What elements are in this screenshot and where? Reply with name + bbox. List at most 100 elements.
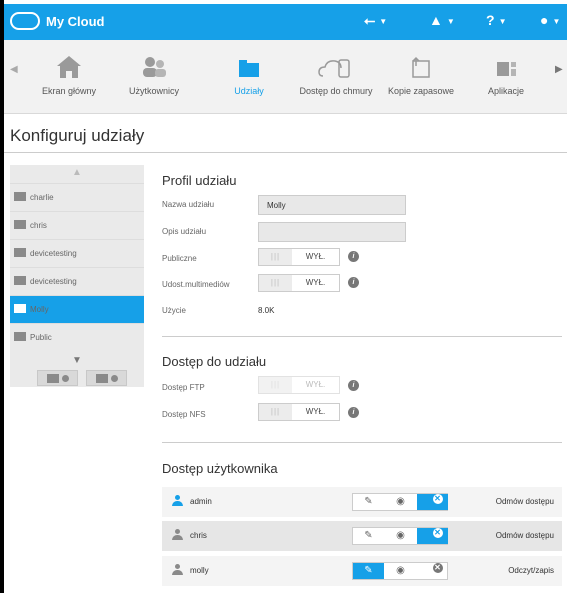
nav-item-label: Ekran główny (41, 86, 97, 96)
add-icon (62, 375, 69, 382)
user-access-row: molly ✎ ◉ ✕ Odczyt/zapis (162, 556, 562, 586)
toggle-handle: ||| (259, 377, 292, 393)
folder-icon (14, 220, 26, 229)
user-icon[interactable]: ● ▼ (540, 12, 560, 28)
section-title-share-access: Dostęp do udziału (162, 354, 267, 369)
nav-item-users[interactable]: Użytkownicy (109, 52, 199, 96)
permission-selector: ✎ ◉ ✕ (352, 527, 448, 545)
divider (4, 152, 567, 153)
toggle-handle: ||| (259, 404, 292, 420)
nav-item-label: Aplikacje (487, 86, 525, 96)
read-only-button[interactable]: ◉ (385, 528, 416, 544)
user-access-row: admin ✎ ◉ ✕ Odmów dostępu (162, 487, 562, 517)
nav-right-arrow-icon[interactable]: ▶ (555, 64, 563, 75)
divider (162, 336, 562, 337)
nav-item-cloud-access[interactable]: Dostęp do chmury (291, 52, 381, 96)
share-list: ▲ charlie chris devicetesting devicetest… (10, 165, 144, 387)
toggle-handle: ||| (259, 249, 292, 265)
info-icon[interactable]: i (348, 407, 359, 418)
user-name: chris (190, 531, 207, 540)
scroll-down-icon[interactable]: ▼ (10, 355, 144, 366)
remove-icon (111, 375, 118, 382)
help-icon[interactable]: ? ▼ (486, 12, 506, 28)
user-name: molly (190, 566, 209, 575)
deny-access-button[interactable]: ✕ (417, 494, 448, 510)
nav-item-home[interactable]: Ekran główny (24, 52, 114, 96)
app-title: My Cloud (46, 14, 105, 29)
folder-icon (14, 248, 26, 257)
permission-selector: ✎ ◉ ✕ (352, 493, 448, 511)
home-icon (57, 56, 81, 78)
user-icon (172, 564, 183, 576)
info-icon[interactable]: i (348, 277, 359, 288)
share-item[interactable]: charlie (10, 183, 144, 211)
share-item-selected[interactable]: Molly (10, 295, 144, 323)
top-bar: My Cloud ⭠ ▼ ▲ ▼ ? ▼ ● ▼ (4, 4, 567, 40)
nfs-access-toggle[interactable]: ||| WYŁ. (258, 403, 340, 421)
admin-user-icon (172, 495, 183, 507)
users-icon (143, 57, 166, 77)
nav-item-shares[interactable]: Udziały (204, 52, 294, 96)
ftp-access-toggle[interactable]: ||| WYŁ. (258, 376, 340, 394)
scroll-up-icon[interactable]: ▲ (10, 167, 144, 178)
share-description-input[interactable] (258, 222, 406, 242)
share-name-input[interactable]: Molly (258, 195, 406, 215)
share-item[interactable]: devicetesting (10, 239, 144, 267)
usage-label: Użycie (162, 306, 187, 315)
usb-icon[interactable]: ⭠ ▼ (364, 12, 387, 29)
divider (162, 442, 562, 443)
toggle-handle: ||| (259, 275, 292, 291)
folder-icon (47, 374, 59, 383)
share-name-label: Nazwa udziału (162, 200, 215, 209)
folder-icon (14, 304, 26, 313)
page-title: Konfiguruj udziały (10, 126, 145, 145)
toggle-value: WYŁ. (305, 380, 326, 389)
read-only-button[interactable]: ◉ (385, 494, 416, 510)
toggle-value: WYŁ. (305, 278, 326, 287)
cloud-logo-icon (10, 12, 40, 30)
nav-item-label: Dostęp do chmury (299, 86, 373, 96)
read-write-button[interactable]: ✎ (353, 563, 384, 579)
share-item[interactable]: chris (10, 211, 144, 239)
nfs-access-label: Dostęp NFS (162, 410, 206, 419)
read-write-button[interactable]: ✎ (353, 494, 384, 510)
deny-access-button[interactable]: ✕ (417, 563, 448, 579)
user-access-row: chris ✎ ◉ ✕ Odmów dostępu (162, 521, 562, 551)
info-icon[interactable]: i (348, 380, 359, 391)
main-nav: ◀ Ekran główny Użytkownicy Udziały Dostę… (4, 40, 567, 114)
bell-icon[interactable]: ▲ ▼ (429, 12, 455, 28)
permission-text: Odczyt/zapis (508, 566, 554, 575)
section-title-user-access: Dostęp użytkownika (162, 461, 278, 476)
usage-value: 8.0K (258, 306, 275, 315)
ftp-access-label: Dostęp FTP (162, 383, 205, 392)
permission-selector: ✎ ◉ ✕ (352, 562, 448, 580)
media-serving-toggle[interactable]: ||| WYŁ. (258, 274, 340, 292)
share-description-label: Opis udziału (162, 227, 207, 236)
permission-text: Odmów dostępu (495, 497, 554, 506)
deny-access-button[interactable]: ✕ (417, 528, 448, 544)
nav-left-arrow-icon[interactable]: ◀ (10, 64, 18, 75)
backup-icon (412, 56, 430, 78)
share-item[interactable]: Public (10, 323, 144, 351)
public-label: Publiczne (162, 254, 197, 263)
section-title-profile: Profil udziału (162, 173, 237, 188)
nav-item-backup[interactable]: Kopie zapasowe (376, 52, 466, 96)
folder-icon (14, 192, 26, 201)
nav-item-apps[interactable]: Aplikacje (461, 52, 551, 96)
add-share-button[interactable] (37, 370, 78, 386)
read-write-button[interactable]: ✎ (353, 528, 384, 544)
media-serving-label: Udost.multimediów (162, 280, 230, 289)
read-only-button[interactable]: ◉ (385, 563, 416, 579)
toggle-value: WYŁ. (305, 407, 326, 416)
info-icon[interactable]: i (348, 251, 359, 262)
permission-text: Odmów dostępu (495, 531, 554, 540)
nav-item-label: Kopie zapasowe (387, 86, 455, 96)
user-name: admin (190, 497, 212, 506)
share-item[interactable]: devicetesting (10, 267, 144, 295)
shares-icon (239, 60, 259, 77)
nav-item-label: Użytkownicy (128, 86, 179, 96)
remove-share-button[interactable] (86, 370, 127, 386)
nav-item-label: Udziały (234, 86, 264, 96)
public-toggle[interactable]: ||| WYŁ. (258, 248, 340, 266)
folder-icon (14, 276, 26, 285)
